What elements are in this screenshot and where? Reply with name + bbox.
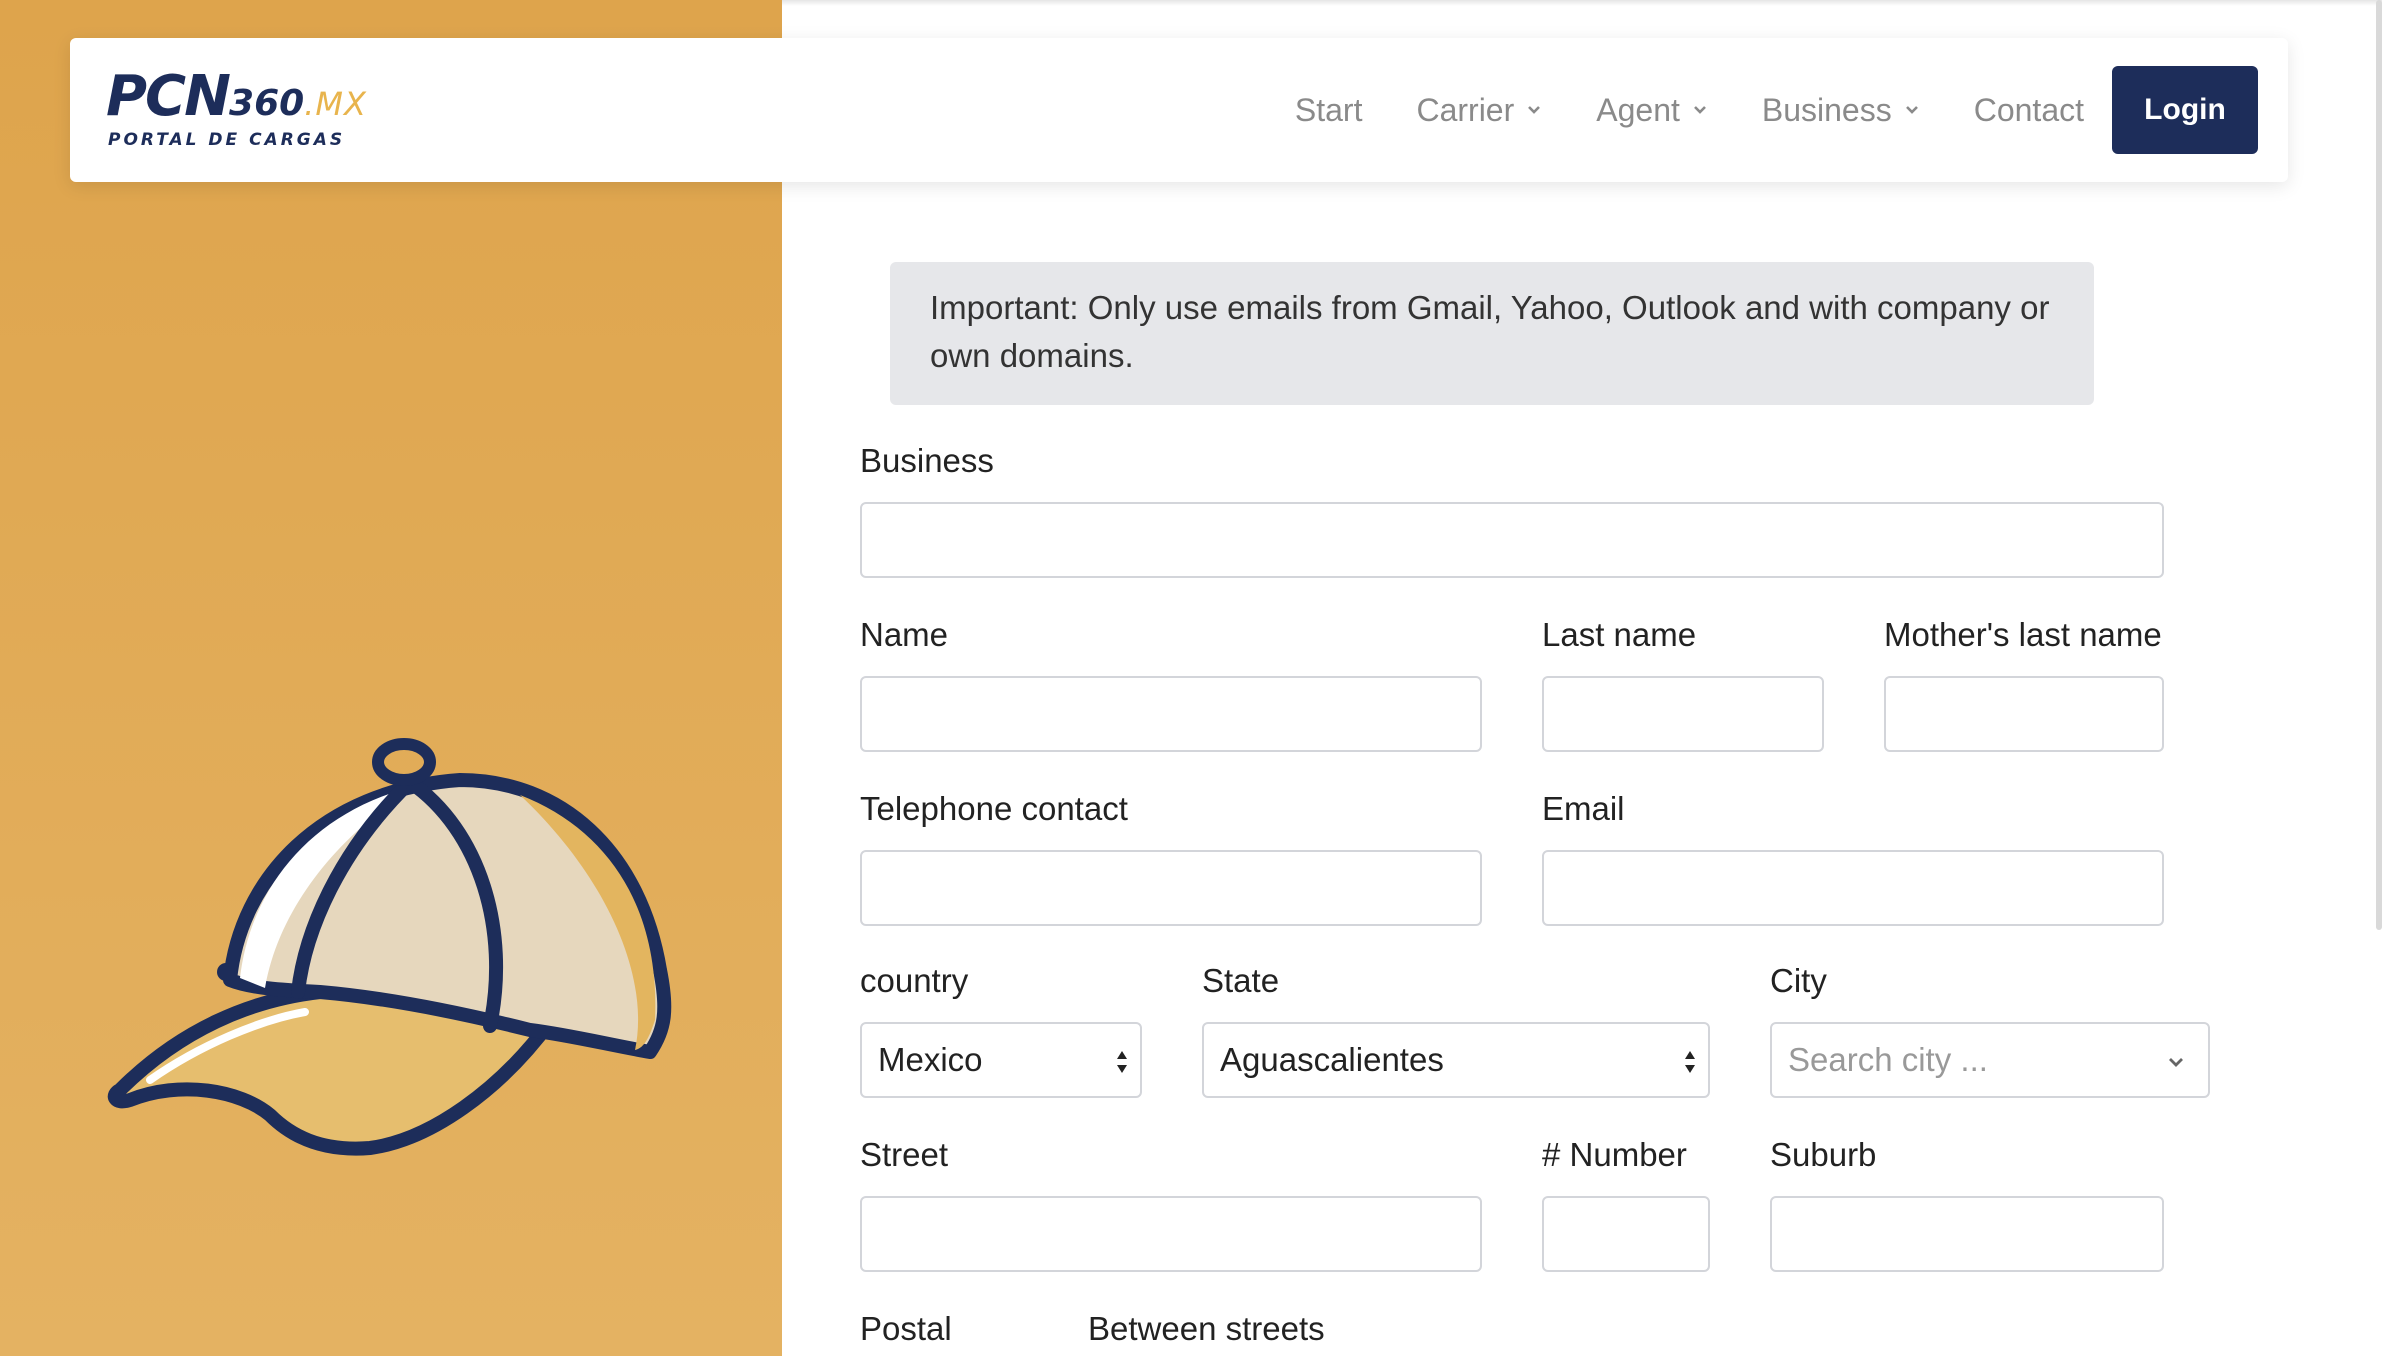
chevron-down-icon (1905, 106, 1918, 114)
nav-carrier[interactable]: Carrier (1416, 92, 1542, 129)
city-label: City (1770, 962, 1827, 999)
email-label: Email (1542, 790, 1625, 827)
name-input[interactable] (860, 676, 1482, 752)
left-decorative-panel (0, 0, 782, 1356)
top-shadow (782, 0, 2382, 6)
login-button[interactable]: Login (2112, 66, 2258, 154)
business-input[interactable] (860, 502, 2164, 578)
navbar: PCN360.MX PORTAL DE CARGAS Start Carrier… (70, 38, 2288, 182)
state-label: State (1202, 962, 1280, 999)
nav-contact[interactable]: Contact (1974, 92, 2084, 129)
scrollbar[interactable] (2376, 0, 2382, 930)
postal-label: Postal (860, 1310, 952, 1347)
last-name-input[interactable] (1542, 676, 1824, 752)
state-select[interactable]: Aguascalientes (1202, 1022, 1710, 1098)
baseball-cap-icon (107, 738, 672, 1156)
chevron-down-icon (2169, 1058, 2183, 1067)
email-notice: Important: Only use emails from Gmail, Y… (890, 262, 2094, 405)
country-label: country (860, 962, 969, 999)
business-label: Business (860, 442, 994, 479)
select-arrows-icon (1117, 1051, 1127, 1073)
brand-logo[interactable]: PCN360.MX PORTAL DE CARGAS (106, 66, 416, 156)
street-input[interactable] (860, 1196, 1482, 1272)
select-arrows-icon (1685, 1051, 1695, 1073)
nav-agent[interactable]: Agent (1596, 92, 1708, 129)
between-streets-label: Between streets (1088, 1310, 1325, 1347)
last-name-label: Last name (1542, 616, 1697, 653)
logo-wordmark: PCN360.MX (106, 64, 367, 129)
nav-business[interactable]: Business (1762, 92, 1920, 129)
email-input[interactable] (1542, 850, 2164, 926)
mothers-last-name-input[interactable] (1884, 676, 2164, 752)
country-select[interactable]: Mexico (860, 1022, 1142, 1098)
city-select[interactable]: Search city ... (1770, 1022, 2210, 1098)
suburb-input[interactable] (1770, 1196, 2164, 1272)
nav-start[interactable]: Start (1295, 92, 1363, 129)
number-label: # Number (1542, 1136, 1687, 1173)
logo-tagline: PORTAL DE CARGAS (108, 130, 346, 150)
telephone-label: Telephone contact (860, 790, 1128, 827)
suburb-label: Suburb (1770, 1136, 1877, 1173)
street-label: Street (860, 1136, 949, 1173)
mothers-last-name-label: Mother's last name (1884, 616, 2162, 653)
chevron-down-icon (1528, 106, 1541, 114)
chevron-down-icon (1693, 106, 1706, 114)
nav-menu: Start Carrier Agent Business Contact Log… (1295, 66, 2258, 154)
name-label: Name (860, 616, 949, 653)
telephone-input[interactable] (860, 850, 1482, 926)
number-input[interactable] (1542, 1196, 1710, 1272)
